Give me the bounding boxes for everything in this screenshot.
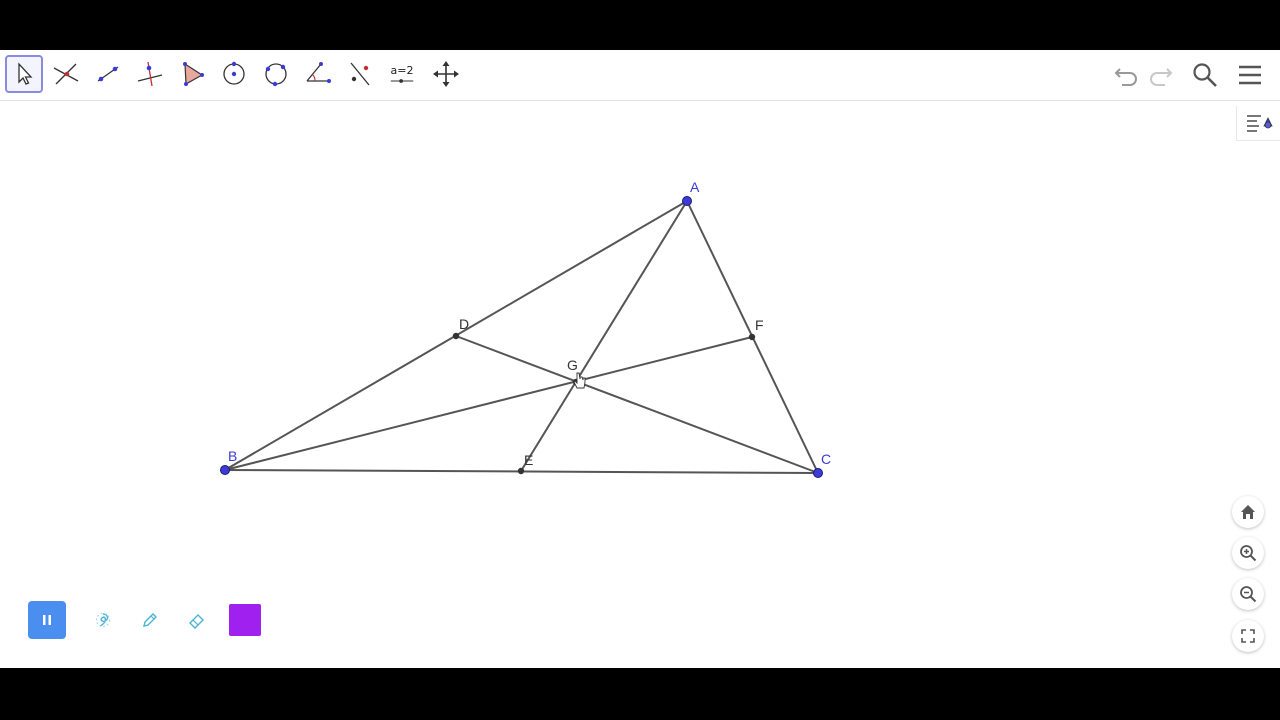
circle-center-point-icon: [223, 61, 245, 85]
circle-three-points-icon: [265, 63, 287, 87]
construction-canvas[interactable]: A B C D E F G: [0, 101, 1280, 668]
point-d[interactable]: [452, 332, 460, 340]
point-tool-button[interactable]: [47, 55, 85, 93]
zoom-in-icon: [1240, 545, 1257, 562]
graphics-view[interactable]: A B C D E F G: [0, 101, 1280, 668]
color-swatch: [229, 604, 261, 636]
label-b: B: [228, 448, 237, 464]
search-button[interactable]: [1188, 58, 1222, 92]
point-b[interactable]: [220, 465, 230, 475]
angle-tool-button[interactable]: [299, 55, 337, 93]
polygon-icon: [183, 62, 204, 86]
median-ae[interactable]: [520, 200, 688, 472]
median-cd[interactable]: [455, 335, 819, 474]
label-e: E: [524, 452, 533, 468]
menu-button[interactable]: [1233, 58, 1267, 92]
home-button[interactable]: [1232, 496, 1264, 528]
eraser-tool-button[interactable]: [178, 601, 216, 639]
toolbar: a=2: [0, 50, 1280, 101]
eraser-icon: [189, 614, 204, 629]
slider-tool-label: a=2: [390, 63, 414, 77]
label-a: A: [690, 179, 700, 195]
move-graphics-tool-button[interactable]: [427, 55, 465, 93]
point-e[interactable]: [517, 467, 525, 475]
angle-icon: [306, 62, 331, 83]
intersect-point-icon: [53, 63, 79, 85]
point-a[interactable]: [682, 196, 692, 206]
move-graphics-icon: [433, 61, 459, 87]
undo-button[interactable]: [1109, 58, 1143, 92]
circle-three-points-tool-button[interactable]: [257, 55, 295, 93]
point-f[interactable]: [748, 333, 756, 341]
home-icon: [1241, 505, 1255, 519]
zoom-in-button[interactable]: [1232, 537, 1264, 569]
median-bf[interactable]: [224, 336, 753, 471]
point-c[interactable]: [813, 468, 823, 478]
slider-tool-button[interactable]: a=2: [383, 55, 421, 93]
redo-button[interactable]: [1144, 58, 1178, 92]
zoom-out-icon: [1240, 586, 1257, 603]
search-icon: [1193, 63, 1217, 87]
label-f: F: [755, 317, 764, 333]
pen-tool-button[interactable]: [131, 601, 169, 639]
label-c: C: [821, 451, 831, 467]
reflect-line-icon: [350, 62, 370, 86]
pencil-icon: [143, 613, 157, 627]
pause-icon: [43, 615, 51, 625]
algebra-view-icon: [1247, 115, 1273, 132]
redo-icon: [1150, 68, 1173, 86]
undo-icon: [1114, 68, 1137, 86]
move-tool-button[interactable]: [5, 55, 43, 93]
zoom-out-button[interactable]: [1232, 578, 1264, 610]
perpendicular-tool-button[interactable]: [131, 55, 169, 93]
lasso-icon: [96, 613, 110, 627]
polygon-tool-button[interactable]: [173, 55, 211, 93]
line-tool-button[interactable]: [89, 55, 127, 93]
fullscreen-button[interactable]: [1232, 620, 1264, 652]
line-through-points-icon: [97, 66, 119, 82]
lasso-tool-button[interactable]: [84, 601, 122, 639]
perpendicular-line-icon: [137, 61, 163, 87]
slider-icon: a=2: [389, 64, 415, 85]
pause-button[interactable]: [28, 601, 66, 639]
algebra-view-toggle[interactable]: [1236, 106, 1280, 141]
fullscreen-icon: [1241, 629, 1255, 643]
reflect-tool-button[interactable]: [341, 55, 379, 93]
pen-color-button[interactable]: [226, 601, 264, 639]
label-d: D: [459, 316, 469, 332]
geogebra-app: a=2 A B C D E F G: [0, 50, 1280, 668]
arrow-pointer-icon: [18, 62, 33, 85]
hamburger-menu-icon: [1239, 65, 1261, 85]
label-g: G: [567, 357, 578, 373]
circle-tool-button[interactable]: [215, 55, 253, 93]
